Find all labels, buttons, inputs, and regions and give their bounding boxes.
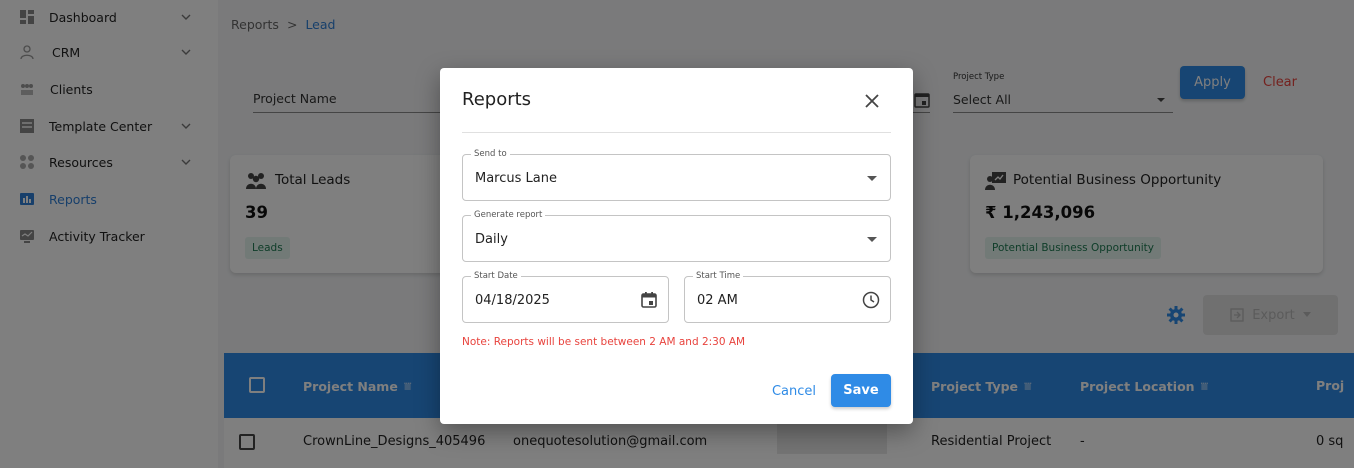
field-label: Start Time (693, 271, 744, 281)
field-value: Marcus Lane (475, 171, 557, 186)
field-value: 04/18/2025 (475, 293, 550, 308)
save-button[interactable]: Save (831, 374, 891, 407)
field-value: Daily (475, 232, 508, 247)
field-label: Send to (471, 149, 510, 159)
field-label: Generate report (471, 210, 546, 220)
dropdown-arrow-icon (867, 176, 877, 181)
start-time-input[interactable]: Start Time 02 AM (684, 271, 891, 323)
dropdown-arrow-icon (867, 237, 877, 242)
field-label: Start Date (471, 271, 521, 281)
reports-dialog: Reports Send to Marcus Lane Generate rep… (440, 68, 913, 424)
close-icon[interactable] (863, 92, 881, 110)
clock-icon[interactable] (862, 291, 880, 309)
start-date-input[interactable]: Start Date 04/18/2025 (462, 271, 669, 323)
dialog-title: Reports (462, 89, 532, 110)
generate-report-select[interactable]: Generate report Daily (462, 210, 891, 262)
calendar-icon[interactable] (640, 291, 658, 309)
cancel-button[interactable]: Cancel (762, 374, 826, 408)
divider (462, 132, 891, 133)
schedule-note: Note: Reports will be sent between 2 AM … (462, 336, 746, 348)
field-value: 02 AM (697, 293, 738, 308)
send-to-select[interactable]: Send to Marcus Lane (462, 149, 891, 201)
